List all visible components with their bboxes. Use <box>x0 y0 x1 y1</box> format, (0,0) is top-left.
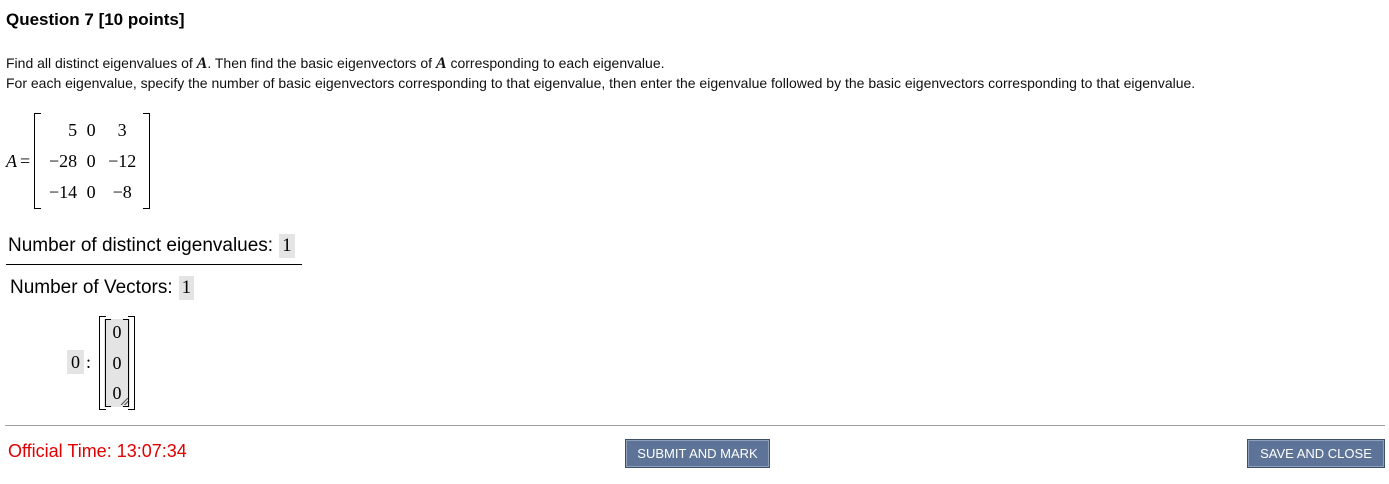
eigenvector-set: 0 0 0 <box>99 316 135 410</box>
matrix-label: A <box>6 150 17 171</box>
instruction-text: Find all distinct eigenvalues of <box>6 55 197 71</box>
matrix-cell: 3 <box>117 119 127 140</box>
eigenvector-entry[interactable]: 0 <box>104 322 130 342</box>
number-of-vectors-label: Number of Vectors: <box>10 277 173 298</box>
instruction-line-2: For each eigenvalue, specify the number … <box>6 75 1196 91</box>
question-title: Question 7 [10 points] <box>6 10 185 29</box>
eigenvalue-colon: : <box>86 352 92 372</box>
save-and-close-button[interactable]: SAVE AND CLOSE <box>1247 439 1385 468</box>
resize-grip-icon[interactable] <box>121 398 128 405</box>
eigenvector-entry[interactable]: 0 <box>104 353 130 373</box>
distinct-eigenvalues-input[interactable]: 1 <box>279 234 295 258</box>
distinct-eigenvalues-label: Number of distinct eigenvalues: <box>8 235 274 256</box>
matrix-cell: −28 <box>49 150 78 171</box>
matrix-cell: 0 <box>86 119 96 140</box>
official-time: Official Time: 13:07:34 <box>8 441 187 461</box>
matrix-cell: 0 <box>86 150 96 171</box>
matrix-cell: −14 <box>49 181 78 202</box>
eigenvalue-input[interactable]: 0 <box>67 350 84 374</box>
submit-and-mark-button[interactable]: SUBMIT AND MARK <box>625 439 770 468</box>
divider <box>6 264 302 265</box>
instruction-text: corresponding to each eigenvalue. <box>446 55 665 71</box>
right-bracket <box>143 113 151 209</box>
matrix-variable: A <box>196 55 208 72</box>
matrix-cell: −8 <box>112 181 132 202</box>
equals-sign: = <box>20 150 31 171</box>
matrix-grid: 5 0 3 −28 0 −12 −14 0 −8 <box>41 115 143 208</box>
instruction-line-1: Find all distinct eigenvalues of A. Then… <box>6 55 665 73</box>
distinct-eigenvalues-row: Number of distinct eigenvalues: 1 <box>8 234 295 258</box>
instruction-text: . Then find the basic eigenvectors of <box>207 55 436 71</box>
matrix-cell: 0 <box>86 181 96 202</box>
matrix-variable: A <box>435 55 447 72</box>
number-of-vectors-input[interactable]: 1 <box>178 276 195 300</box>
left-bracket <box>34 113 42 209</box>
footer-divider <box>5 425 1385 426</box>
matrix-cell: −12 <box>108 150 137 171</box>
eigenvector-input[interactable]: 0 0 0 <box>104 319 130 407</box>
number-of-vectors-row: Number of Vectors: 1 <box>10 276 195 300</box>
matrix-a-display: A = 5 0 3 −28 0 −12 −14 0 −8 <box>6 113 151 209</box>
matrix-cell: 5 <box>68 119 78 140</box>
